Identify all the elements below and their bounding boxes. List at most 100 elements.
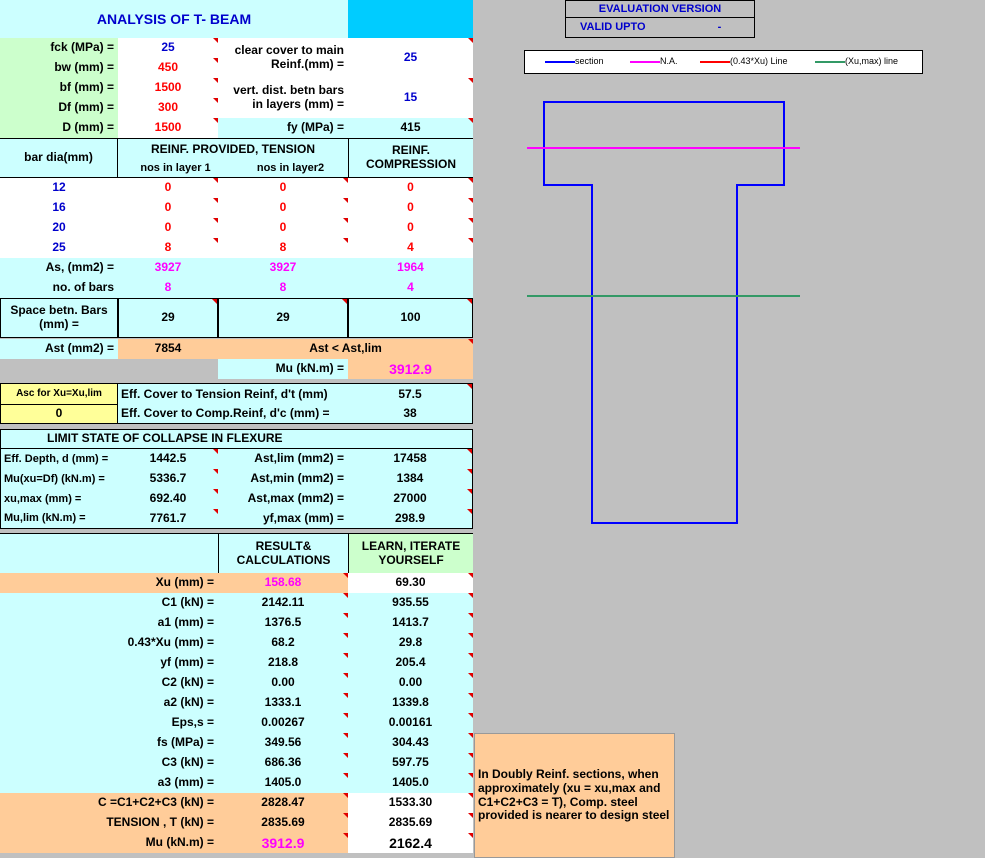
- legend-box: section N.A. (0.43*Xu) Line (Xu,max) lin…: [524, 50, 923, 74]
- layer1-count-25[interactable]: 8: [118, 238, 218, 258]
- fck-input[interactable]: 25: [118, 38, 218, 58]
- result-value-13: 3912.9: [218, 833, 348, 853]
- learn-value-8[interactable]: 304.43: [348, 733, 473, 753]
- ast-check: Ast < Ast,lim: [218, 339, 473, 359]
- bw-input[interactable]: 450: [118, 58, 218, 78]
- learn-value-11[interactable]: 1533.30: [348, 793, 473, 813]
- layer2-count-20[interactable]: 0: [218, 218, 348, 238]
- learn-col-header: LEARN, ITERATE YOURSELF: [348, 533, 473, 573]
- result-label-5: C2 (kN) =: [0, 673, 218, 693]
- fy-label: fy (MPa) =: [218, 118, 348, 138]
- bar-dia-25: 25: [0, 238, 118, 258]
- result-value-11: 2828.47: [218, 793, 348, 813]
- bar-dia-12: 12: [0, 178, 118, 198]
- result-col-header: RESULT& CALCULATIONS: [218, 533, 348, 573]
- learn-value-5[interactable]: 0.00: [348, 673, 473, 693]
- tension-header: REINF. PROVIDED, TENSION: [118, 138, 348, 160]
- result-label-12: TENSION , T (kN) =: [0, 813, 218, 833]
- learn-value-9[interactable]: 597.75: [348, 753, 473, 773]
- layer1-count-20[interactable]: 0: [118, 218, 218, 238]
- as-layer2: 3927: [218, 258, 348, 278]
- eff-cover-comp-value: 38: [348, 405, 473, 424]
- result-value-8: 349.56: [218, 733, 348, 753]
- limit-value-a-3: 7761.7: [118, 509, 218, 529]
- result-label-1: C1 (kN) =: [0, 593, 218, 613]
- learn-value-4[interactable]: 205.4: [348, 653, 473, 673]
- mu-label: Mu (kN.m) =: [218, 359, 348, 379]
- learn-value-3[interactable]: 29.8: [348, 633, 473, 653]
- result-value-10: 1405.0: [218, 773, 348, 793]
- result-value-3: 68.2: [218, 633, 348, 653]
- result-label-4: yf (mm) =: [0, 653, 218, 673]
- df-label: Df (mm) =: [0, 98, 118, 118]
- layer2-count-16[interactable]: 0: [218, 198, 348, 218]
- vert-dist-label: vert. dist. betn bars in layers (mm) =: [218, 78, 348, 118]
- limit-value-b-2: 27000: [348, 489, 473, 509]
- layer2-count-12[interactable]: 0: [218, 178, 348, 198]
- layer1-count-12[interactable]: 0: [118, 178, 218, 198]
- title-accent-cell: [348, 0, 473, 38]
- legend-043xu-swatch: [700, 61, 730, 63]
- learn-value-1[interactable]: 935.55: [348, 593, 473, 613]
- layer2-count-25[interactable]: 8: [218, 238, 348, 258]
- limit-label-b-1: Ast,min (mm2) =: [218, 469, 348, 489]
- ast-value: 7854: [118, 339, 218, 359]
- valid-upto-label: VALID UPTO: [565, 18, 685, 38]
- fck-label: fck (MPa) =: [0, 38, 118, 58]
- limit-label-a-1: Mu(xu=Df) (kN.m) =: [0, 469, 118, 489]
- mu-value: 3912.9: [348, 359, 473, 379]
- fy-input[interactable]: 415: [348, 118, 473, 138]
- result-label-10: a3 (mm) =: [0, 773, 218, 793]
- bar-dia-header: bar dia(mm): [0, 138, 118, 178]
- result-value-12: 2835.69: [218, 813, 348, 833]
- result-value-1: 2142.11: [218, 593, 348, 613]
- limit-label-a-2: xu,max (mm) =: [0, 489, 118, 509]
- compression-header: REINF. COMPRESSION: [348, 138, 473, 178]
- space-layer2: 29: [218, 298, 348, 338]
- df-input[interactable]: 300: [118, 98, 218, 118]
- bar-dia-16: 16: [0, 198, 118, 218]
- layer2-header: nos in layer2: [233, 160, 348, 178]
- limit-value-b-0: 17458: [348, 449, 473, 469]
- comp-count-16[interactable]: 0: [348, 198, 473, 218]
- results-corner: [0, 533, 218, 573]
- page-title: ANALYSIS OF T- BEAM: [0, 0, 348, 38]
- cover-input[interactable]: 25: [348, 38, 473, 78]
- no-of-bars-label: no. of bars: [0, 278, 118, 298]
- legend-xumax-swatch: [815, 61, 845, 63]
- doubly-reinf-note: In Doubly Reinf. sections, when approxim…: [474, 733, 675, 858]
- asc-value: 0: [0, 405, 118, 424]
- bf-input[interactable]: 1500: [118, 78, 218, 98]
- comp-count-12[interactable]: 0: [348, 178, 473, 198]
- learn-value-0[interactable]: 69.30: [348, 573, 473, 593]
- comp-count-25[interactable]: 4: [348, 238, 473, 258]
- result-value-2: 1376.5: [218, 613, 348, 633]
- learn-value-7[interactable]: 0.00161: [348, 713, 473, 733]
- d-label: D (mm) =: [0, 118, 118, 138]
- limit-value-a-2: 692.40: [118, 489, 218, 509]
- learn-value-6[interactable]: 1339.8: [348, 693, 473, 713]
- d-input[interactable]: 1500: [118, 118, 218, 138]
- result-label-0: Xu (mm) =: [0, 573, 218, 593]
- as-label: As, (mm2) =: [0, 258, 118, 278]
- result-label-9: C3 (kN) =: [0, 753, 218, 773]
- learn-value-13[interactable]: 2162.4: [348, 833, 473, 853]
- tbeam-section-diagram: [527, 101, 800, 524]
- learn-value-10[interactable]: 1405.0: [348, 773, 473, 793]
- limit-label-b-0: Ast,lim (mm2) =: [218, 449, 348, 469]
- bf-label: bf (mm) =: [0, 78, 118, 98]
- section-outline: [543, 101, 785, 524]
- limit-value-a-1: 5336.7: [118, 469, 218, 489]
- learn-value-12[interactable]: 2835.69: [348, 813, 473, 833]
- comp-count-20[interactable]: 0: [348, 218, 473, 238]
- result-label-13: Mu (kN.m) =: [0, 833, 218, 853]
- layer1-count-16[interactable]: 0: [118, 198, 218, 218]
- result-label-6: a2 (kN) =: [0, 693, 218, 713]
- vert-dist-input[interactable]: 15: [348, 78, 473, 118]
- learn-value-2[interactable]: 1413.7: [348, 613, 473, 633]
- result-value-9: 686.36: [218, 753, 348, 773]
- as-compression: 1964: [348, 258, 473, 278]
- evaluation-version: EVALUATION VERSION: [565, 0, 755, 18]
- no-of-bars-compression: 4: [348, 278, 473, 298]
- limit-label-b-3: yf,max (mm) =: [218, 509, 348, 529]
